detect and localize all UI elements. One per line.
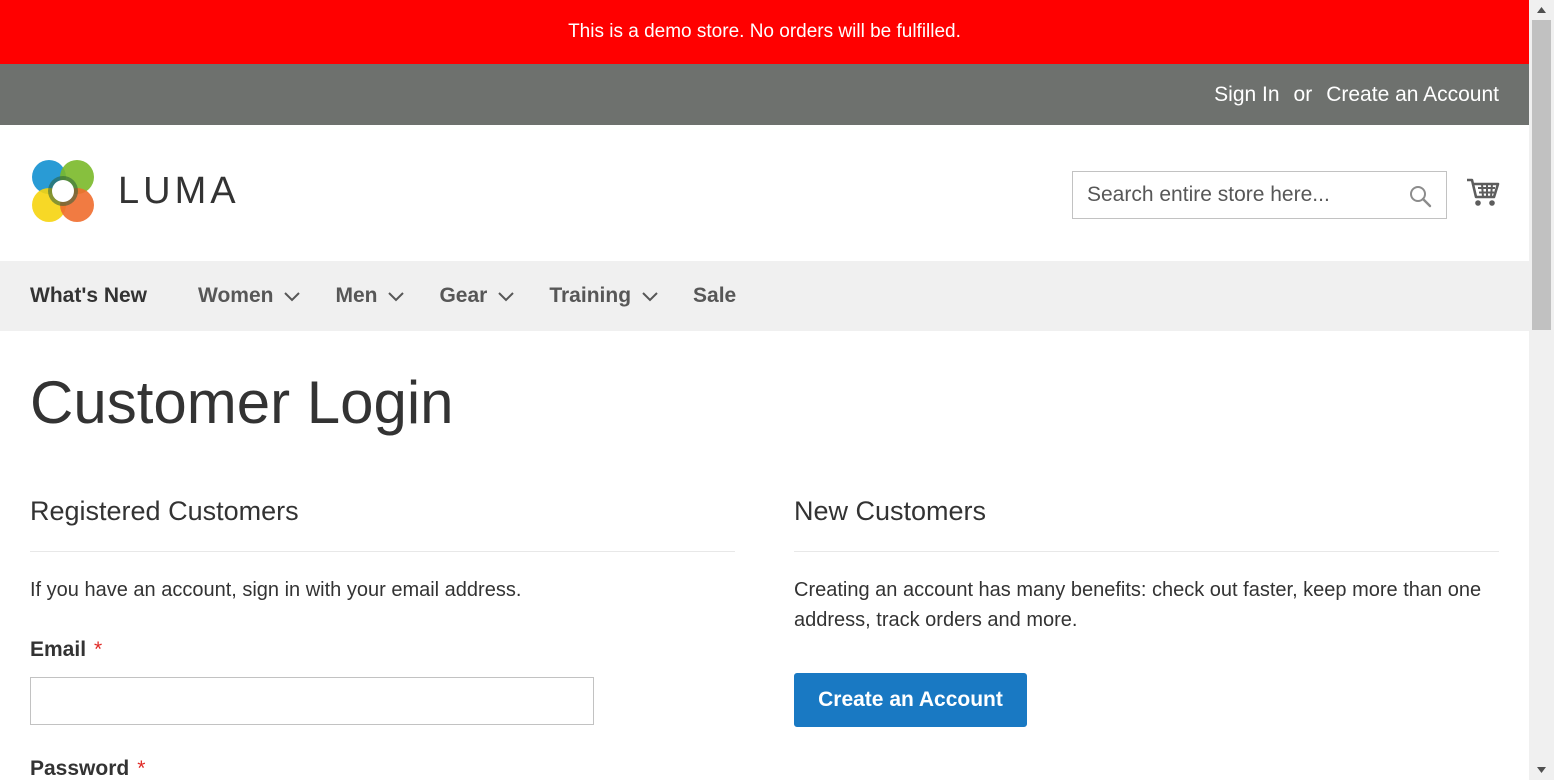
logo-text: LUMA <box>118 169 240 212</box>
create-account-button[interactable]: Create an Account <box>794 673 1027 727</box>
nav-item-men[interactable]: Men <box>335 284 405 308</box>
nav-item-gear[interactable]: Gear <box>439 284 515 308</box>
main-navigation: What's New Women Men Gear Training Sale <box>0 261 1529 331</box>
demo-notice: This is a demo store. No orders will be … <box>0 0 1529 64</box>
required-mark: * <box>94 638 103 661</box>
header-panel: Sign In or Create an Account <box>0 64 1529 125</box>
cart-icon[interactable] <box>1466 175 1500 209</box>
create-account-link[interactable]: Create an Account <box>1326 83 1499 107</box>
registered-customers-text: If you have an account, sign in with you… <box>30 579 522 601</box>
page-title: Customer Login <box>30 369 454 436</box>
nav-item-label: Gear <box>439 284 488 307</box>
nav-item-label: What's New <box>30 284 148 307</box>
registered-customers-block: Registered Customers If you have an acco… <box>30 496 735 605</box>
chevron-down-icon <box>498 292 515 302</box>
scroll-up-arrow-icon[interactable] <box>1529 0 1554 20</box>
password-label: Password * <box>30 757 145 780</box>
sign-in-link[interactable]: Sign In <box>1214 83 1279 107</box>
vertical-scrollbar[interactable] <box>1529 0 1554 780</box>
nav-item-training[interactable]: Training <box>549 284 659 308</box>
new-customers-block: New Customers Creating an account has ma… <box>794 496 1499 635</box>
new-customers-text: Creating an account has many benefits: c… <box>794 579 1482 631</box>
required-mark: * <box>137 757 146 780</box>
nav-item-whats-new[interactable]: What's New <box>30 284 147 308</box>
demo-notice-text: This is a demo store. No orders will be … <box>568 21 961 42</box>
nav-item-label: Sale <box>693 284 737 307</box>
password-label-text: Password <box>30 757 130 780</box>
new-customers-title: New Customers <box>794 496 1499 552</box>
scrollbar-thumb[interactable] <box>1532 20 1551 330</box>
email-label-text: Email <box>30 638 87 661</box>
scroll-down-arrow-icon[interactable] <box>1529 760 1554 780</box>
email-field[interactable] <box>30 677 594 725</box>
nav-item-label: Men <box>335 284 378 307</box>
header-content: LUMA <box>0 125 1529 261</box>
email-label: Email * <box>30 638 102 662</box>
luma-logo-icon <box>32 160 94 222</box>
search-icon[interactable] <box>1408 184 1432 208</box>
or-separator: or <box>1293 82 1313 106</box>
nav-item-label: Training <box>549 284 632 307</box>
registered-customers-title: Registered Customers <box>30 496 735 552</box>
chevron-down-icon <box>388 292 405 302</box>
chevron-down-icon <box>642 292 658 302</box>
search-input[interactable] <box>1073 172 1446 218</box>
luma-logo[interactable]: LUMA <box>30 158 240 224</box>
chevron-down-icon <box>284 292 301 302</box>
nav-item-women[interactable]: Women <box>198 284 301 308</box>
search-box <box>1072 171 1447 219</box>
nav-item-label: Women <box>198 284 274 307</box>
nav-item-sale[interactable]: Sale <box>693 284 736 308</box>
page-viewport: This is a demo store. No orders will be … <box>0 0 1529 780</box>
